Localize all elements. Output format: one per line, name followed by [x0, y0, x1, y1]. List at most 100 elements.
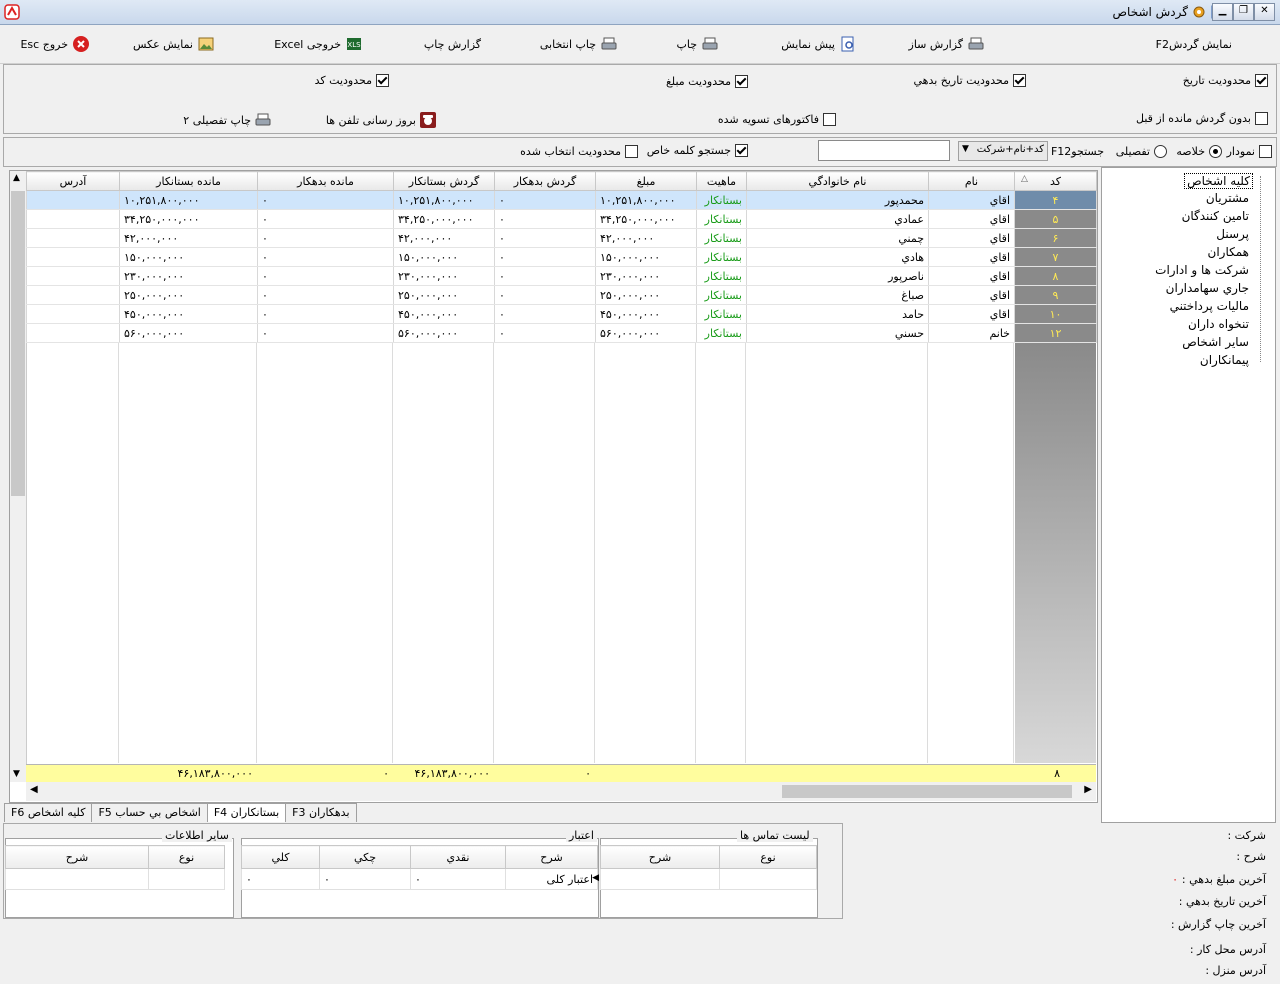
- checkbox-box[interactable]: [376, 74, 389, 87]
- horizontal-scrollbar[interactable]: ◀ ▶: [26, 782, 1096, 801]
- date-limit-label: محدوديت تاريخ: [1182, 74, 1251, 87]
- col-header-code[interactable]: کد △: [1014, 171, 1097, 191]
- tree-item[interactable]: پرسنل: [1216, 227, 1249, 241]
- search-field-select[interactable]: کد+نام+شرکت ▼: [958, 141, 1048, 161]
- summary-radio[interactable]: خلاصه: [1176, 145, 1222, 158]
- checkbox-box[interactable]: [625, 145, 638, 158]
- report-builder-button[interactable]: گزارش ساز: [909, 35, 984, 53]
- credit-col-check[interactable]: چكي: [319, 845, 411, 869]
- tree-item[interactable]: ماليات پرداختني: [1170, 299, 1249, 313]
- table-row[interactable]: ۴ اقاي محمدپور بستانکار ۱۰,۲۵۱,۸۰۰,۰۰۰ ۰ ۱۰,۲۵…: [26, 190, 1097, 210]
- print-detail2-button[interactable]: چاپ تفصيلی ۲: [183, 112, 271, 128]
- print-button[interactable]: چاپ: [676, 35, 718, 53]
- cell-debit-balance: ۰: [257, 228, 394, 248]
- table-row[interactable]: ۱۰ اقاي حامد بستانکار ۴۵۰,۰۰۰,۰۰۰ ۰ ۴۵۰,۰۰۰,۰۰…: [26, 304, 1097, 324]
- scroll-right-icon[interactable]: ▶: [1084, 784, 1092, 795]
- col-header-name[interactable]: نام: [928, 171, 1015, 191]
- col-header-debit-balance[interactable]: مانده بدهکار: [257, 171, 394, 191]
- tree-item[interactable]: کليه اشخاص: [1184, 173, 1253, 189]
- tree-item[interactable]: جاري سهامداران: [1166, 281, 1249, 295]
- credit-col-total[interactable]: كلي: [241, 845, 320, 869]
- tab-all-persons[interactable]: کليه اشخاص F6: [4, 803, 93, 822]
- excel-export-button[interactable]: XLS خروجی Excel: [274, 35, 362, 53]
- col-header-debit-turnover[interactable]: گردش بدهکار: [494, 171, 596, 191]
- credit-col-cash[interactable]: نقدي: [410, 845, 506, 869]
- checkbox-box[interactable]: [1013, 74, 1026, 87]
- table-row[interactable]: ۷ اقاي هادي بستانکار ۱۵۰,۰۰۰,۰۰۰ ۰ ۱۵۰,۰۰۰,۰۰۰…: [26, 247, 1097, 267]
- no-prev-balance-checkbox[interactable]: بدون گردش مانده از قبل: [1136, 112, 1268, 125]
- cell-nature: بستانکار: [696, 247, 747, 267]
- restore-button[interactable]: ❐: [1233, 3, 1254, 21]
- checkbox-box[interactable]: [823, 113, 836, 126]
- other-col-desc[interactable]: شرح: [5, 845, 149, 869]
- tab-creditors[interactable]: بستانکاران F4: [206, 803, 287, 822]
- table-row[interactable]: ۸ اقاي ناصرپور بستانکار ۲۳۰,۰۰۰,۰۰۰ ۰ ۲۳۰,۰۰۰,…: [26, 266, 1097, 286]
- scrollbar-thumb[interactable]: [11, 191, 25, 496]
- radio-dot[interactable]: [1154, 145, 1167, 158]
- col-header-credit-balance[interactable]: مانده بستانکار: [119, 171, 258, 191]
- tab-no-account[interactable]: اشخاص بي حساب F5: [91, 803, 208, 822]
- minimize-button[interactable]: ▁: [1212, 3, 1233, 21]
- preview-button[interactable]: پيش نمايش: [781, 35, 856, 53]
- print-selected-label: چاپ انتخابی: [539, 37, 596, 51]
- tree-item[interactable]: مشتريان: [1206, 191, 1249, 205]
- contacts-col-desc[interactable]: شرح: [600, 845, 720, 869]
- persons-grid: ▲ ▼ کد △ نام نام خانوادگي ماهيت مبلغ گرد…: [9, 170, 1098, 803]
- date-limit-checkbox[interactable]: محدوديت تاريخ: [1183, 74, 1268, 87]
- checkbox-box[interactable]: [1255, 112, 1268, 125]
- phone-update-button[interactable]: بروز رسانی تلفن ها: [326, 112, 436, 128]
- tree-item[interactable]: ساير اشخاص: [1182, 335, 1249, 349]
- table-row[interactable]: ۶ اقاي چمني بستانکار ۴۲,۰۰۰,۰۰۰ ۰ ۴۲,۰۰۰,۰۰۰ ۰ ۴…: [26, 228, 1097, 248]
- chart-checkbox[interactable]: نمودار: [1227, 145, 1272, 158]
- cell-nature: بستانکار: [696, 323, 747, 343]
- code-limit-checkbox[interactable]: محدوديت کد: [315, 74, 389, 87]
- print-report-button[interactable]: گزارش چاپ: [424, 35, 481, 53]
- other-info-pane: نوع شرح: [5, 838, 234, 918]
- scroll-left-icon[interactable]: ◀: [30, 784, 38, 795]
- col-header-family[interactable]: نام خانوادگي: [746, 171, 929, 191]
- tree-item[interactable]: تنخواه داران: [1188, 317, 1249, 331]
- cell-debit-turnover: ۰: [494, 323, 596, 343]
- detailed-radio[interactable]: تفصيلی: [1116, 145, 1167, 158]
- table-row[interactable]: ۱۲ خانم حسني بستانکار ۵۶۰,۰۰۰,۰۰۰ ۰ ۵۶۰,۰۰۰,۰۰…: [26, 323, 1097, 343]
- table-row[interactable]: ۵ اقاي عمادي بستانکار ۳۴,۲۵۰,۰۰۰,۰۰۰ ۰ ۳۴,۲۵۰,…: [26, 209, 1097, 229]
- col-header-address[interactable]: آدرس: [26, 171, 120, 191]
- tree-item[interactable]: همكاران: [1208, 245, 1250, 259]
- close-button[interactable]: ✕: [1254, 3, 1275, 21]
- col-header-nature[interactable]: ماهيت: [696, 171, 747, 191]
- scroll-down-icon[interactable]: ▼: [13, 769, 20, 779]
- checkbox-box[interactable]: [735, 75, 748, 88]
- exit-button[interactable]: خروج Esc: [20, 35, 89, 53]
- printer-icon: [601, 36, 617, 52]
- settled-invoices-checkbox[interactable]: فاكتورهاى تسويه شده: [718, 113, 836, 126]
- amount-limit-checkbox[interactable]: محدوديت مبلغ: [666, 75, 748, 88]
- contacts-col-type[interactable]: نوع: [719, 845, 817, 869]
- scrollbar-thumb[interactable]: [782, 785, 1072, 798]
- table-row[interactable]: ۹ اقاي صباغ بستانکار ۲۵۰,۰۰۰,۰۰۰ ۰ ۲۵۰,۰۰۰,۰۰۰…: [26, 285, 1097, 305]
- col-header-amount[interactable]: مبلغ: [595, 171, 697, 191]
- checkbox-box[interactable]: [735, 144, 748, 157]
- print-selected-button[interactable]: چاپ انتخابی: [540, 35, 617, 53]
- search-input[interactable]: [818, 140, 950, 161]
- debt-date-limit-checkbox[interactable]: محدوديت تاريخ بدهي: [913, 74, 1026, 87]
- special-keyword-checkbox[interactable]: جستجو کلمه خاص: [647, 144, 748, 157]
- checkbox-box[interactable]: [1255, 74, 1268, 87]
- vertical-scrollbar[interactable]: ▲ ▼: [10, 171, 27, 782]
- credit-col-desc[interactable]: شرح: [505, 845, 598, 869]
- tree-item[interactable]: شرکت ها و ادارات: [1155, 263, 1249, 277]
- checkbox-box[interactable]: [1259, 145, 1272, 158]
- show-turnover-button[interactable]: نمايش گردشF2: [1156, 35, 1232, 53]
- selected-limit-checkbox[interactable]: محدوديت انتخاب شده: [520, 145, 638, 158]
- show-photo-button[interactable]: نمايش عکس: [133, 35, 214, 53]
- cell-code: ۱۲: [1014, 323, 1097, 343]
- other-col-type[interactable]: نوع: [148, 845, 225, 869]
- tab-debtors[interactable]: بدهکاران F3: [285, 803, 357, 822]
- tree-item[interactable]: تامين کنندگان: [1182, 209, 1249, 223]
- tree-item[interactable]: پيمانكاران: [1200, 353, 1249, 367]
- toolbar: نمايش گردشF2 گزارش ساز پيش نمايش چاپ چاپ…: [0, 25, 1280, 64]
- gear-icon: [1191, 4, 1207, 20]
- radio-dot[interactable]: [1209, 145, 1222, 158]
- scroll-up-icon[interactable]: ▲: [13, 173, 20, 183]
- cell-credit-turnover: ۲۵۰,۰۰۰,۰۰۰: [393, 285, 495, 305]
- col-header-credit-turnover[interactable]: گردش بستانکار: [393, 171, 495, 191]
